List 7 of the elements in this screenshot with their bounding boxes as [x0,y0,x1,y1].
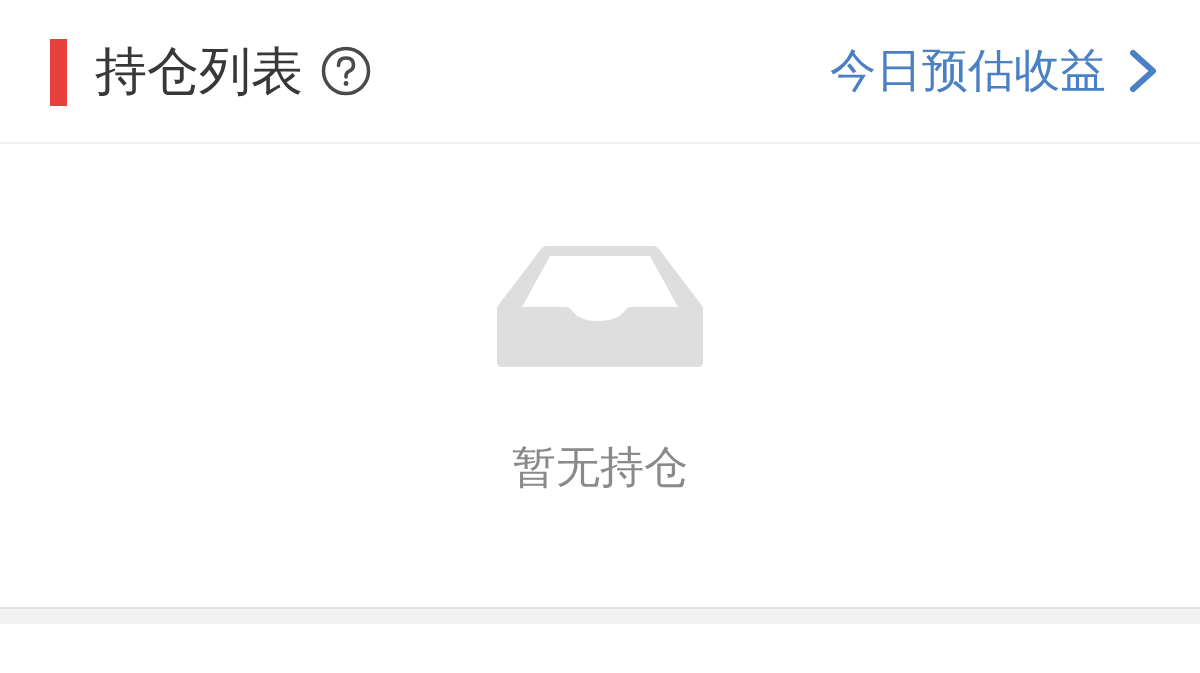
estimated-earnings-link[interactable]: 今日预估收益 [830,40,1158,102]
empty-message: 暂无持仓 [512,441,688,494]
section-title: 持仓列表 [95,39,303,103]
chevron-right-icon [1128,49,1158,93]
empty-inbox-icon [497,246,703,367]
accent-bar [50,38,67,106]
help-icon[interactable] [321,46,371,96]
